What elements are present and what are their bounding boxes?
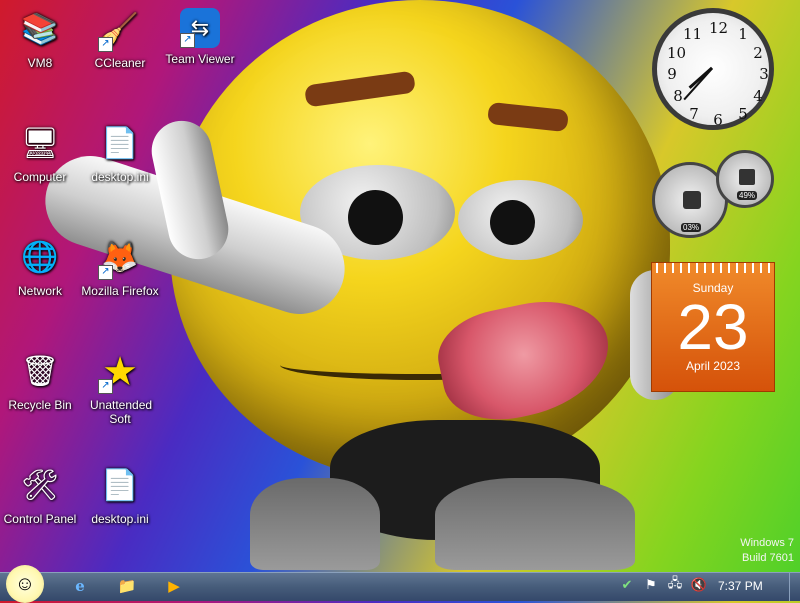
- icon-label: Unattended Soft: [90, 398, 153, 426]
- icon-label: desktop.ini: [91, 512, 149, 526]
- icon-label: Mozilla Firefox: [81, 284, 159, 298]
- clock-number: 2: [753, 44, 763, 62]
- clock-number: 4: [753, 87, 763, 105]
- teamviewer-icon: ⇆ ↗: [180, 8, 220, 48]
- folder-icon: 📁: [117, 578, 137, 595]
- wallpaper-left-shoe: [250, 478, 380, 570]
- icon-label: Recycle Bin: [8, 398, 72, 412]
- clock-number: 5: [738, 105, 748, 123]
- star-glyph: ★: [102, 350, 138, 394]
- icon-label: desktop.ini: [91, 170, 149, 184]
- icon-label: Computer: [13, 170, 67, 184]
- network-icon: 🌐: [21, 241, 59, 274]
- start-orb-icon: ☺: [14, 572, 36, 595]
- network-tray-icon[interactable]: 🖧: [666, 575, 684, 594]
- calendar-date: 23: [677, 291, 749, 363]
- icon-label: CCleaner: [94, 56, 146, 70]
- clock-gadget[interactable]: 12 1 2 3 4 5 6 7 8 9 10 11: [652, 8, 774, 130]
- desktop-icon-control-panel[interactable]: 🛠 Control Panel: [0, 464, 80, 527]
- clock-number: 3: [759, 65, 769, 83]
- star-icon: ★ ↗: [98, 350, 142, 394]
- recycle-bin-icon: 🗑: [20, 355, 60, 388]
- taskbar-clock[interactable]: 7:37 PM: [718, 579, 763, 593]
- clock-number: 7: [689, 105, 699, 123]
- watermark-edition: Windows 7: [740, 537, 794, 549]
- media-player-icon: ▶: [168, 578, 180, 595]
- icon-label: Network: [17, 284, 62, 298]
- calendar-month-year: April 2023: [685, 359, 741, 373]
- volume-muted-icon[interactable]: 🔇: [690, 576, 708, 594]
- memory-usage-value: 49%: [737, 191, 758, 200]
- clock-number: 10: [667, 44, 687, 62]
- show-desktop-button[interactable]: [789, 573, 800, 601]
- media-player-taskbar-button[interactable]: ▶: [160, 575, 188, 597]
- shortcut-arrow-icon: ↗: [98, 379, 113, 394]
- firefox-glyph: 🦊: [101, 241, 139, 274]
- ccleaner-icon: 🧹 ↗: [98, 8, 142, 52]
- desktop-icon-team-viewer[interactable]: ⇆ ↗ Team Viewer: [160, 8, 240, 66]
- windows-watermark: Windows 7 Build 7601: [740, 536, 794, 566]
- clock-number: 9: [667, 65, 677, 83]
- shortcut-arrow-icon: ↗: [98, 37, 113, 52]
- internet-explorer-icon: e: [75, 577, 85, 595]
- clock-number: 6: [713, 111, 723, 129]
- cpu-chip-icon: [683, 191, 701, 209]
- desktop-icon-mozilla-firefox[interactable]: 🦊 ↗ Mozilla Firefox: [80, 236, 160, 299]
- wallpaper-right-pupil: [490, 200, 535, 245]
- document-icon: 📄: [101, 127, 139, 160]
- desktop-icon-ccleaner[interactable]: 🧹 ↗ CCleaner: [80, 8, 160, 71]
- firefox-icon: 🦊 ↗: [98, 236, 142, 280]
- shortcut-arrow-icon: ↗: [180, 33, 195, 48]
- document-icon: 📄: [101, 469, 139, 502]
- memory-meter-gadget[interactable]: 49%: [716, 150, 774, 208]
- calendar-rings: [656, 263, 770, 273]
- start-button[interactable]: ☺: [6, 565, 44, 603]
- shortcut-arrow-icon: ↗: [98, 265, 113, 280]
- computer-icon: 🖥: [20, 127, 60, 160]
- wallpaper-left-pupil: [348, 190, 403, 245]
- wallpaper-right-shoe: [435, 478, 635, 570]
- explorer-taskbar-button[interactable]: 📁: [113, 575, 141, 597]
- control-panel-icon: 🛠: [20, 469, 60, 502]
- icon-label: VM8: [27, 56, 53, 70]
- ccleaner-glyph: 🧹: [101, 13, 139, 46]
- memory-chip-icon: [739, 169, 755, 185]
- clock-number: 11: [683, 25, 703, 43]
- desktop-icon-network[interactable]: 🌐 Network: [0, 236, 80, 299]
- clock-number: 1: [738, 25, 748, 43]
- cpu-usage-value: 03%: [681, 223, 702, 232]
- tray-security-icon[interactable]: ✔: [618, 576, 636, 594]
- books-icon: 📚: [21, 13, 59, 46]
- desktop-icon-desktop-ini-1[interactable]: 📄 desktop.ini: [80, 122, 160, 185]
- icon-label: Control Panel: [3, 512, 77, 526]
- desktop-icon-computer[interactable]: 🖥 Computer: [0, 122, 80, 185]
- internet-explorer-taskbar-button[interactable]: e: [66, 575, 94, 597]
- taskbar: ☺ e 📁 ▶ ✔ ⚑ 🖧 🔇 7:37 PM: [0, 565, 800, 603]
- desktop-icon-desktop-ini-2[interactable]: 📄 desktop.ini: [80, 464, 160, 527]
- watermark-build: Build 7601: [742, 552, 794, 564]
- desktop-icon-vm8[interactable]: 📚 VM8: [0, 8, 80, 71]
- desktop-icon-recycle-bin[interactable]: 🗑 Recycle Bin: [0, 350, 80, 413]
- icon-label: Team Viewer: [165, 52, 235, 66]
- action-center-flag-icon[interactable]: ⚑: [642, 576, 660, 594]
- calendar-gadget[interactable]: Sunday 23 April 2023: [651, 262, 775, 392]
- clock-number: 12: [709, 19, 729, 37]
- desktop-icon-unattended-soft[interactable]: ★ ↗ Unattended Soft: [80, 350, 160, 426]
- clock-minute-hand: [683, 67, 713, 101]
